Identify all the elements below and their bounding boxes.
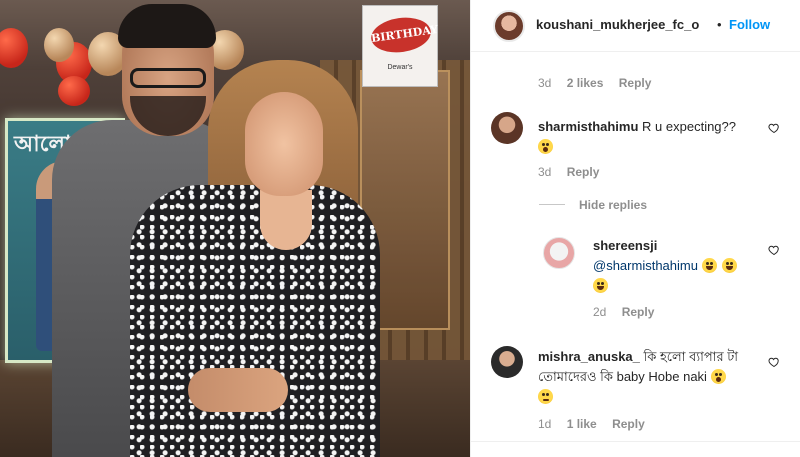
comment-body: mishra_anuska_ কি হলো ব্যাপার টা তোমাদের… bbox=[538, 347, 763, 407]
glasses bbox=[130, 68, 206, 88]
avatar[interactable] bbox=[491, 346, 523, 378]
heart-icon[interactable] bbox=[768, 356, 780, 368]
reply-username[interactable]: shereensji bbox=[593, 238, 657, 253]
comment-meta: 3d Reply bbox=[538, 165, 611, 179]
comment-likes[interactable]: 1 like bbox=[567, 417, 597, 431]
reply-meta: 2d Reply bbox=[593, 305, 666, 319]
post-photo: আলো BIRTHDAY Dewar's bbox=[0, 0, 470, 457]
follow-button[interactable]: Follow bbox=[729, 17, 770, 32]
instagram-post-view: আলো BIRTHDAY Dewar's koushani_mukherjee_… bbox=[0, 0, 800, 457]
reply-button[interactable]: Reply bbox=[612, 417, 645, 431]
birthday-badge: BIRTHDAY bbox=[368, 13, 439, 57]
comment-text-line1: কি হলো ব্যাপার টা bbox=[643, 349, 739, 364]
comment-time: 3d bbox=[538, 165, 552, 179]
avatar[interactable] bbox=[543, 237, 575, 269]
mention-link[interactable]: @sharmisthahimu bbox=[593, 258, 698, 273]
reply-time: 2d bbox=[593, 305, 607, 319]
comment-time: 1d bbox=[538, 417, 552, 431]
balloon bbox=[58, 76, 90, 106]
grinning-face-icon bbox=[593, 278, 608, 293]
hide-replies: Hide replies bbox=[579, 198, 659, 212]
panel-bottom-divider bbox=[471, 441, 800, 457]
grinning-face-icon bbox=[722, 258, 738, 273]
hide-replies-button[interactable]: Hide replies bbox=[579, 198, 647, 212]
comment-likes[interactable]: 2 likes bbox=[567, 76, 604, 90]
separator-dot: • bbox=[717, 17, 722, 32]
hand bbox=[188, 368, 288, 412]
comment-text-line2: তোমাদেরও কি baby Hobe naki bbox=[538, 369, 707, 384]
avatar[interactable] bbox=[491, 112, 523, 144]
balloon bbox=[44, 28, 74, 62]
header-username[interactable]: koushani_mukherjee_fc_o bbox=[536, 17, 716, 32]
heart-icon[interactable] bbox=[768, 122, 780, 134]
comment-meta: 3d 2 likes Reply bbox=[538, 76, 663, 90]
comment-username[interactable]: mishra_anuska_ bbox=[538, 349, 640, 364]
shocked-face-icon bbox=[538, 139, 553, 154]
comment-meta: 1d 1 like Reply bbox=[538, 417, 657, 431]
reply-button[interactable]: Reply bbox=[622, 305, 655, 319]
avatar[interactable] bbox=[493, 10, 525, 42]
post-header: koushani_mukherjee_fc_o • Follow bbox=[471, 0, 800, 52]
birthday-sign: BIRTHDAY Dewar's bbox=[362, 5, 439, 87]
comment-body: sharmisthahimu R u expecting?? bbox=[538, 117, 758, 157]
heart-icon[interactable] bbox=[768, 244, 780, 256]
reply-body: shereensji @sharmisthahimu bbox=[593, 236, 763, 296]
woman-dress bbox=[130, 185, 380, 457]
rolling-eyes-face-icon bbox=[538, 389, 553, 404]
comments-panel: koushani_mukherjee_fc_o • Follow 3d 2 li… bbox=[470, 0, 800, 457]
comment-username[interactable]: sharmisthahimu bbox=[538, 119, 638, 134]
woman-face bbox=[245, 92, 323, 196]
comment-text: R u expecting?? bbox=[642, 119, 736, 134]
shocked-face-icon bbox=[710, 369, 726, 384]
sign-brand: Dewar's bbox=[387, 64, 413, 71]
divider bbox=[539, 204, 565, 205]
comment-time: 3d bbox=[538, 76, 552, 90]
man-hair bbox=[118, 4, 216, 48]
reply-button[interactable]: Reply bbox=[619, 76, 652, 90]
grinning-face-icon bbox=[701, 258, 717, 273]
reply-button[interactable]: Reply bbox=[567, 165, 600, 179]
woman-neck bbox=[260, 190, 312, 250]
